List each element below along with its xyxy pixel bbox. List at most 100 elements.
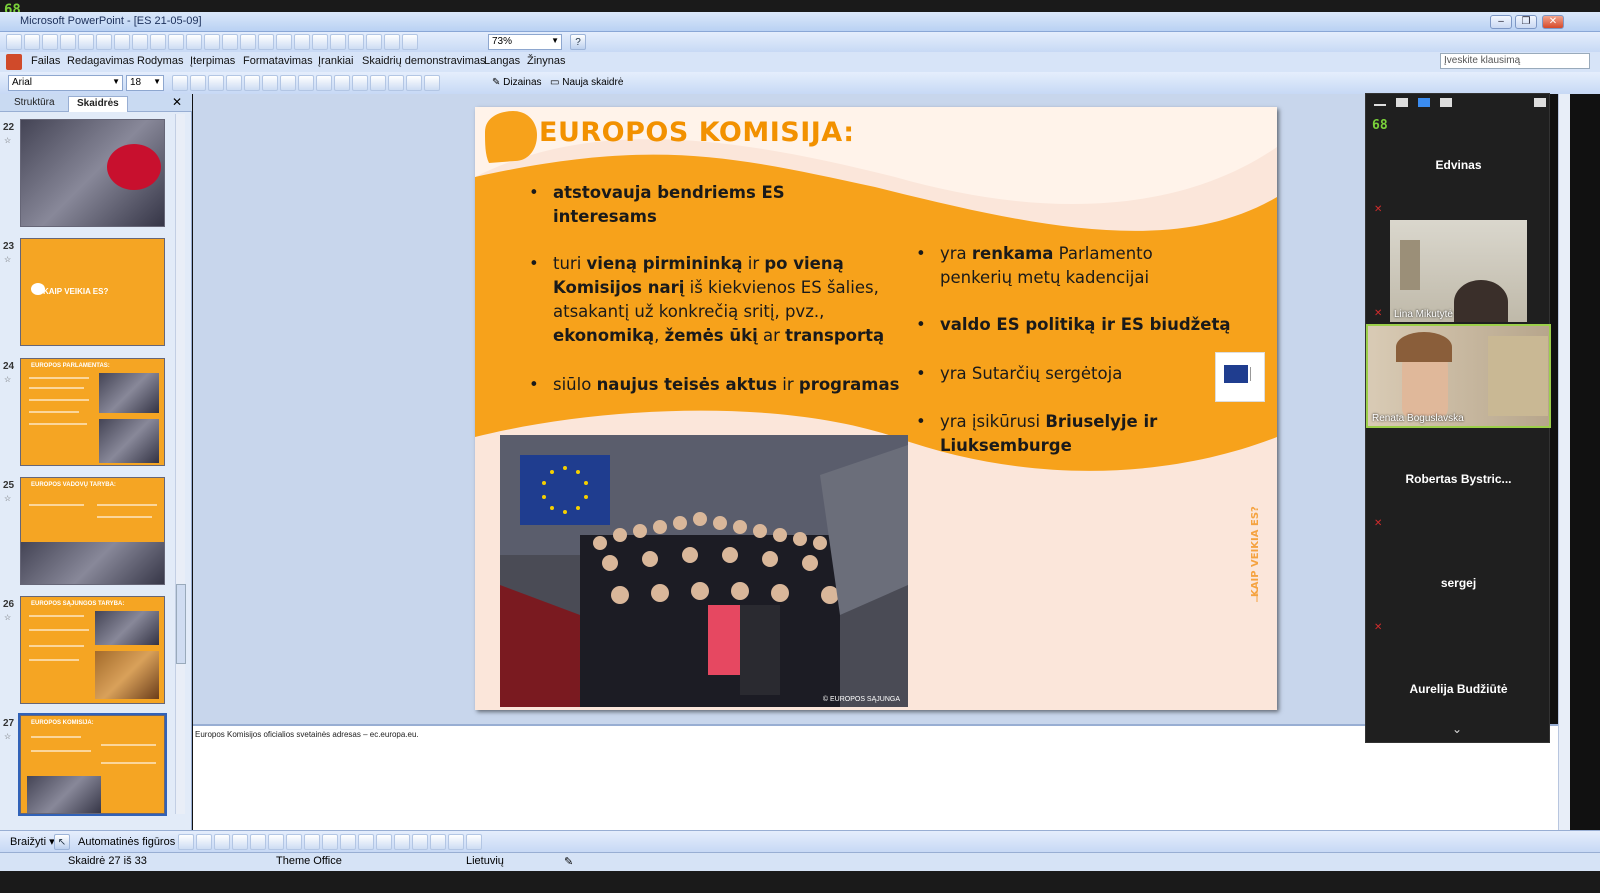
hyperlink-icon[interactable] [330, 34, 346, 50]
insert-icon[interactable] [402, 34, 418, 50]
draw-menu[interactable]: Braižyti ▾ [10, 835, 55, 848]
tab-slides[interactable]: Skaidrės [68, 96, 128, 112]
close-button[interactable]: ✕ [1542, 15, 1564, 29]
align-left-icon[interactable] [244, 75, 260, 91]
decrease-font-icon[interactable] [370, 75, 386, 91]
table-icon[interactable] [294, 34, 310, 50]
participant-video-active[interactable]: Renata Boguslavska [1366, 324, 1551, 428]
slides-scrollbar[interactable] [175, 114, 186, 814]
print-icon[interactable] [96, 34, 112, 50]
strip-view-icon[interactable] [1418, 98, 1430, 107]
format-painter-icon[interactable] [222, 34, 238, 50]
chart-icon[interactable] [276, 34, 292, 50]
speaker-view-icon[interactable] [1396, 98, 1408, 107]
undo-icon[interactable] [240, 34, 256, 50]
arrow-style-icon[interactable] [430, 834, 446, 850]
increase-indent-icon[interactable] [406, 75, 422, 91]
arrow-icon[interactable] [196, 834, 212, 850]
textbox-icon[interactable] [250, 834, 266, 850]
tab-outline[interactable]: Struktūra [6, 96, 63, 112]
menu-view[interactable]: Rodymas [137, 55, 183, 67]
permission-icon[interactable] [60, 34, 76, 50]
grid-icon[interactable] [366, 34, 382, 50]
underline-icon[interactable] [208, 75, 224, 91]
dash-style-icon[interactable] [412, 834, 428, 850]
paste-icon[interactable] [204, 34, 220, 50]
spellcheck-icon[interactable]: ✎ [564, 855, 573, 868]
cut-icon[interactable] [168, 34, 184, 50]
wordart-icon[interactable] [268, 834, 284, 850]
font-select[interactable]: Arial ▼ [8, 75, 123, 91]
diagram-icon[interactable] [286, 834, 302, 850]
slide-thumb-24[interactable]: EUROPOS PARLAMENTAS: [20, 358, 165, 466]
menu-edit[interactable]: Redagavimas [67, 55, 134, 67]
slide-thumb-27[interactable]: EUROPOS KOMISIJA: [18, 713, 167, 816]
slide-thumb-26[interactable]: EUROPOS SĄJUNGOS TARYBA: [20, 596, 165, 704]
copy-icon[interactable] [186, 34, 202, 50]
rectangle-icon[interactable] [214, 834, 230, 850]
line-style-icon[interactable] [394, 834, 410, 850]
align-center-icon[interactable] [262, 75, 278, 91]
editor-scrollbar[interactable] [1558, 94, 1570, 830]
numbering-icon[interactable] [316, 75, 332, 91]
design-button[interactable]: ✎ Dizainas [492, 77, 542, 88]
spelling-icon[interactable] [132, 34, 148, 50]
new-icon[interactable] [6, 34, 22, 50]
menu-tools[interactable]: Įrankiai [318, 55, 353, 67]
close-icon[interactable]: ✕ [172, 95, 182, 109]
notes-pane[interactable]: Europos Komisijos oficialios svetainės a… [193, 724, 1558, 830]
italic-icon[interactable] [190, 75, 206, 91]
align-right-icon[interactable] [280, 75, 296, 91]
slide-thumb-22[interactable] [20, 119, 165, 227]
increase-font-icon[interactable] [352, 75, 368, 91]
menu-slideshow[interactable]: Skaidrių demonstravimas [362, 55, 486, 67]
select-cursor-icon[interactable]: ↖ [54, 834, 70, 850]
print-preview-icon[interactable] [114, 34, 130, 50]
line-icon[interactable] [178, 834, 194, 850]
gallery-view-icon[interactable] [1440, 98, 1452, 107]
zoom-select[interactable]: 73% ▼ [488, 34, 562, 50]
menu-insert[interactable]: Įterpimas [190, 55, 235, 67]
menu-help[interactable]: Žinynas [527, 55, 566, 67]
line-color-icon[interactable] [358, 834, 374, 850]
app-icon[interactable] [6, 54, 22, 70]
menu-file[interactable]: Failas [31, 55, 60, 67]
email-icon[interactable] [78, 34, 94, 50]
font-color-icon[interactable] [424, 75, 440, 91]
shadow-style-icon[interactable] [448, 834, 464, 850]
layout-icon[interactable] [1534, 98, 1546, 107]
maximize-button[interactable]: ❐ [1515, 15, 1537, 29]
chevron-down-icon[interactable]: ⌄ [1452, 722, 1462, 736]
minimize-button[interactable]: – [1490, 15, 1512, 29]
fill-color-icon[interactable] [340, 834, 356, 850]
open-icon[interactable] [24, 34, 40, 50]
text-color-icon[interactable] [376, 834, 392, 850]
research-icon[interactable] [150, 34, 166, 50]
slide-thumb-23[interactable]: KAIP VEIKIA ES? [20, 238, 165, 346]
shadow-icon[interactable] [226, 75, 242, 91]
menu-format[interactable]: Formatavimas [243, 55, 313, 67]
tables-borders-icon[interactable] [312, 34, 328, 50]
font-size-select[interactable]: 18 ▼ [126, 75, 164, 91]
clipart-icon[interactable] [304, 834, 320, 850]
save-icon[interactable] [42, 34, 58, 50]
help-icon[interactable]: ? [570, 34, 586, 50]
help-search-input[interactable]: Įveskite klausimą [1440, 53, 1590, 69]
justify-icon[interactable] [298, 75, 314, 91]
minimize-icon[interactable] [1374, 104, 1386, 106]
picture-icon[interactable] [322, 834, 338, 850]
bold-icon[interactable] [172, 75, 188, 91]
color-icon[interactable] [384, 34, 400, 50]
redo-icon[interactable] [258, 34, 274, 50]
bullets-icon[interactable] [334, 75, 350, 91]
slide[interactable]: EUROPOS KOMISIJA: • atstovauja bendriems … [475, 107, 1277, 710]
3d-style-icon[interactable] [466, 834, 482, 850]
autoshapes-menu[interactable]: Automatinės figūros ▾ [78, 835, 184, 848]
menu-window[interactable]: Langas [484, 55, 520, 67]
participant-video[interactable]: Lina Mikutytė [1390, 220, 1527, 322]
oval-icon[interactable] [232, 834, 248, 850]
slide-thumb-25[interactable]: EUROPOS VADOVŲ TARYBA: [20, 477, 165, 585]
decrease-indent-icon[interactable] [388, 75, 404, 91]
expand-icon[interactable] [348, 34, 364, 50]
new-slide-button[interactable]: ▭ Nauja skaidrė [550, 77, 623, 88]
